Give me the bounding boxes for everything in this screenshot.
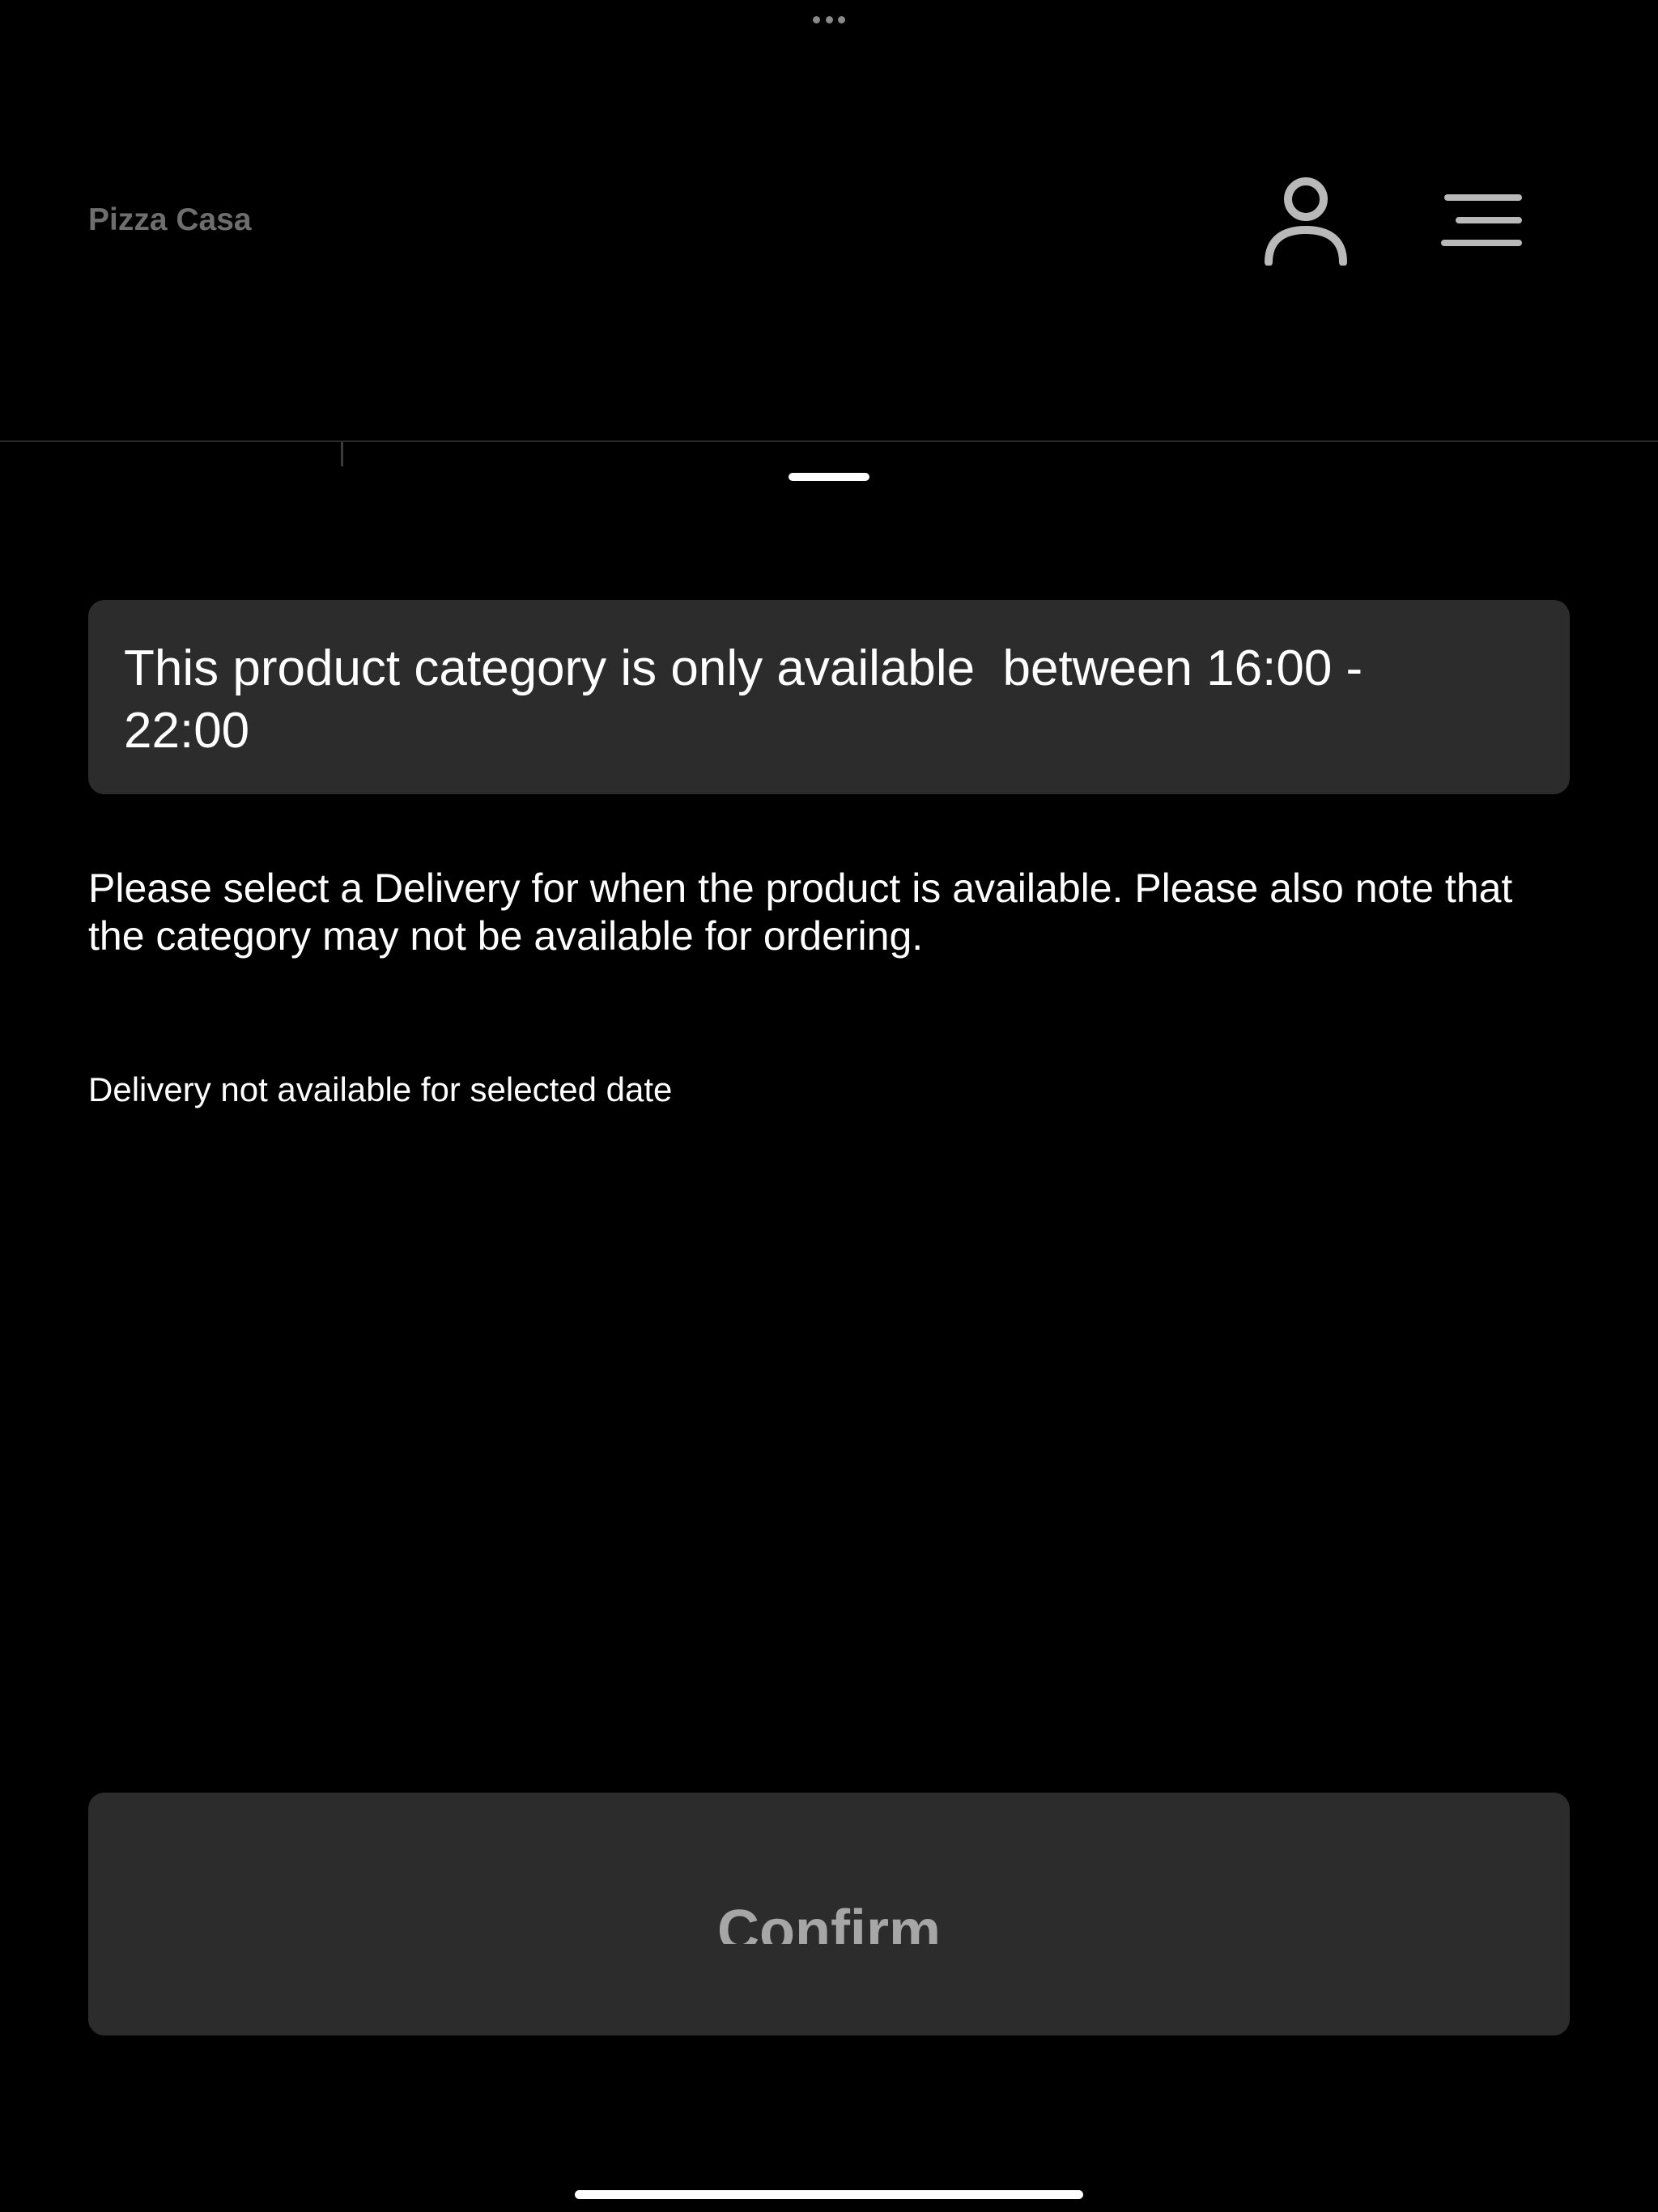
home-indicator[interactable] [575, 2190, 1083, 2199]
delivery-status-text: Delivery not available for selected date [88, 1070, 673, 1108]
hamburger-menu-icon [1441, 194, 1522, 246]
availability-notice-card: This product category is only available … [88, 600, 1570, 794]
sheet-grabber[interactable] [789, 473, 869, 481]
instructions-text: Please select a Delivery for when the pr… [88, 866, 1513, 959]
confirm-button-label: Confirm [717, 1899, 941, 1944]
availability-message: This product category is only available … [124, 640, 1363, 759]
multitasking-dots-icon[interactable] [813, 15, 845, 23]
menu-button[interactable] [1433, 180, 1530, 261]
brand-name: Pizza Casa [88, 202, 252, 237]
confirm-button[interactable]: Confirm [88, 1793, 1570, 2035]
user-outline-icon [1265, 177, 1347, 266]
divider-tick [341, 442, 343, 466]
profile-button[interactable] [1259, 172, 1353, 269]
header-divider [0, 440, 1658, 442]
